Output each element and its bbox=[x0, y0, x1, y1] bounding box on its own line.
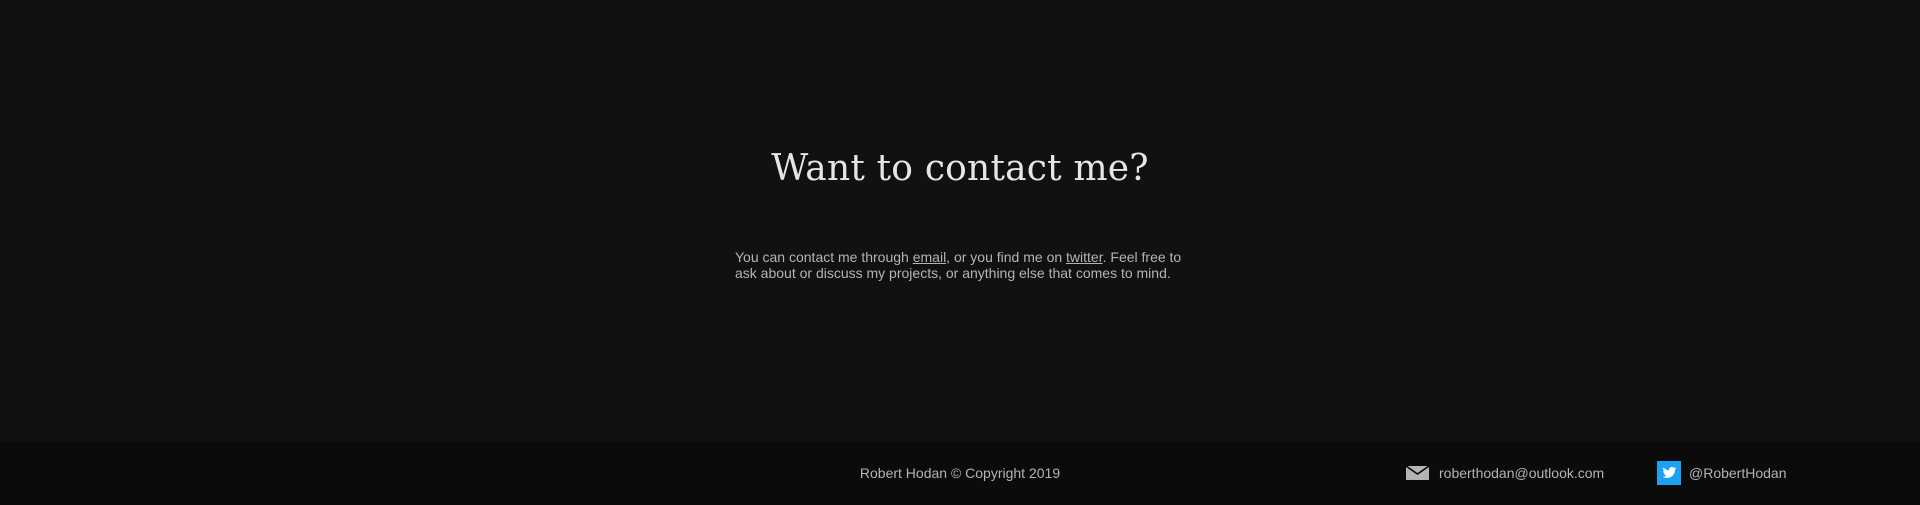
contact-section: Want to contact me? You can contact me t… bbox=[0, 0, 1920, 442]
footer-email-link[interactable]: roberthodan@outlook.com bbox=[1406, 463, 1604, 483]
footer-twitter-text: @RobertHodan bbox=[1689, 465, 1787, 481]
twitter-link[interactable]: twitter bbox=[1066, 249, 1103, 265]
contact-heading: Want to contact me? bbox=[771, 148, 1149, 189]
copyright-text: Robert Hodan © Copyright 2019 bbox=[859, 465, 1061, 481]
mail-icon bbox=[1406, 466, 1429, 480]
description-text-start: You can contact me through bbox=[735, 249, 913, 265]
description-text-middle: or you find me on bbox=[950, 249, 1067, 265]
page: Want to contact me? You can contact me t… bbox=[0, 0, 1920, 505]
footer-email-text: roberthodan@outlook.com bbox=[1439, 465, 1605, 481]
twitter-icon bbox=[1657, 461, 1681, 485]
contact-description: You can contact me through email, or you… bbox=[735, 249, 1195, 281]
footer-twitter-link[interactable]: @RobertHodan bbox=[1657, 461, 1787, 485]
email-link[interactable]: email, bbox=[913, 249, 950, 265]
footer: Robert Hodan © Copyright 2019 roberthoda… bbox=[0, 442, 1920, 505]
